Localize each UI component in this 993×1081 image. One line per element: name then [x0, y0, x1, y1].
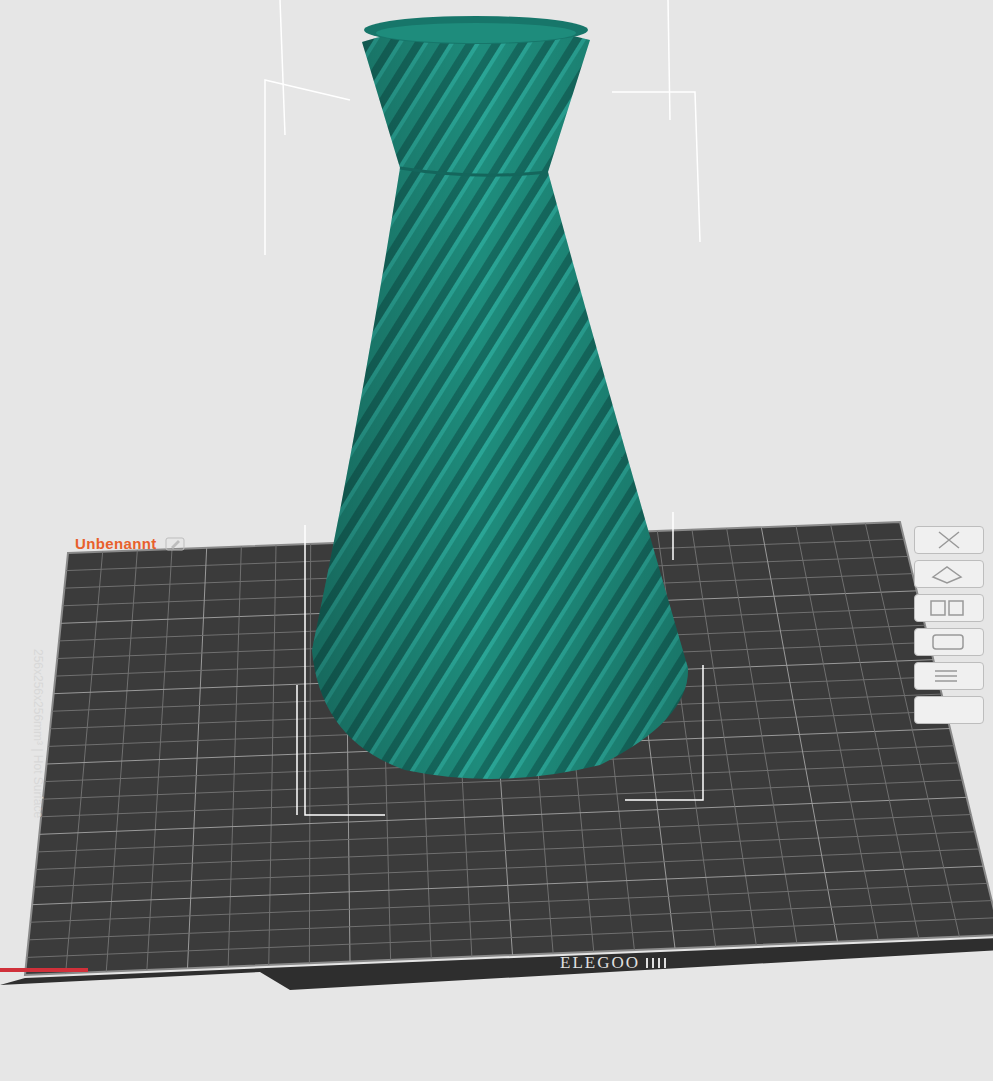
viewport[interactable]: Unbenannt 256x256x256mm³ | Hot Surface E…	[0, 0, 993, 1081]
view-toolbar	[914, 526, 984, 724]
grid-line	[36, 832, 975, 870]
grid-line	[32, 866, 983, 905]
split-icon	[927, 631, 967, 653]
orient-button[interactable]	[914, 594, 984, 622]
project-name[interactable]: Unbenannt	[75, 533, 157, 556]
grid-line	[41, 780, 962, 817]
grid-line	[27, 918, 993, 958]
layers-icon	[927, 665, 967, 687]
vase-model[interactable]	[312, 16, 688, 779]
grid-line	[761, 527, 837, 942]
orient-icon	[927, 597, 967, 619]
arrange-icon	[927, 563, 967, 585]
grid-line	[727, 528, 797, 943]
delete-button[interactable]	[914, 526, 984, 554]
arrange-button[interactable]	[914, 560, 984, 588]
cross-icon	[935, 530, 963, 550]
split-button[interactable]	[914, 628, 984, 656]
grid-line	[34, 849, 979, 887]
grid-line	[39, 797, 966, 834]
plate-logo: ELEGOO	[560, 950, 670, 976]
tool-button[interactable]	[914, 696, 984, 724]
edit-icon[interactable]	[165, 537, 185, 551]
project-title[interactable]: Unbenannt	[75, 533, 185, 556]
grid-line	[29, 901, 992, 940]
grid-line	[831, 525, 919, 939]
grid-line	[692, 530, 756, 945]
plate-label: 256x256x256mm³ | Hot Surface	[29, 649, 47, 869]
grid-line	[30, 883, 987, 922]
grid-line	[38, 815, 971, 852]
stripes-icon	[644, 957, 670, 969]
grid-line	[796, 526, 878, 940]
layers-button[interactable]	[914, 662, 984, 690]
